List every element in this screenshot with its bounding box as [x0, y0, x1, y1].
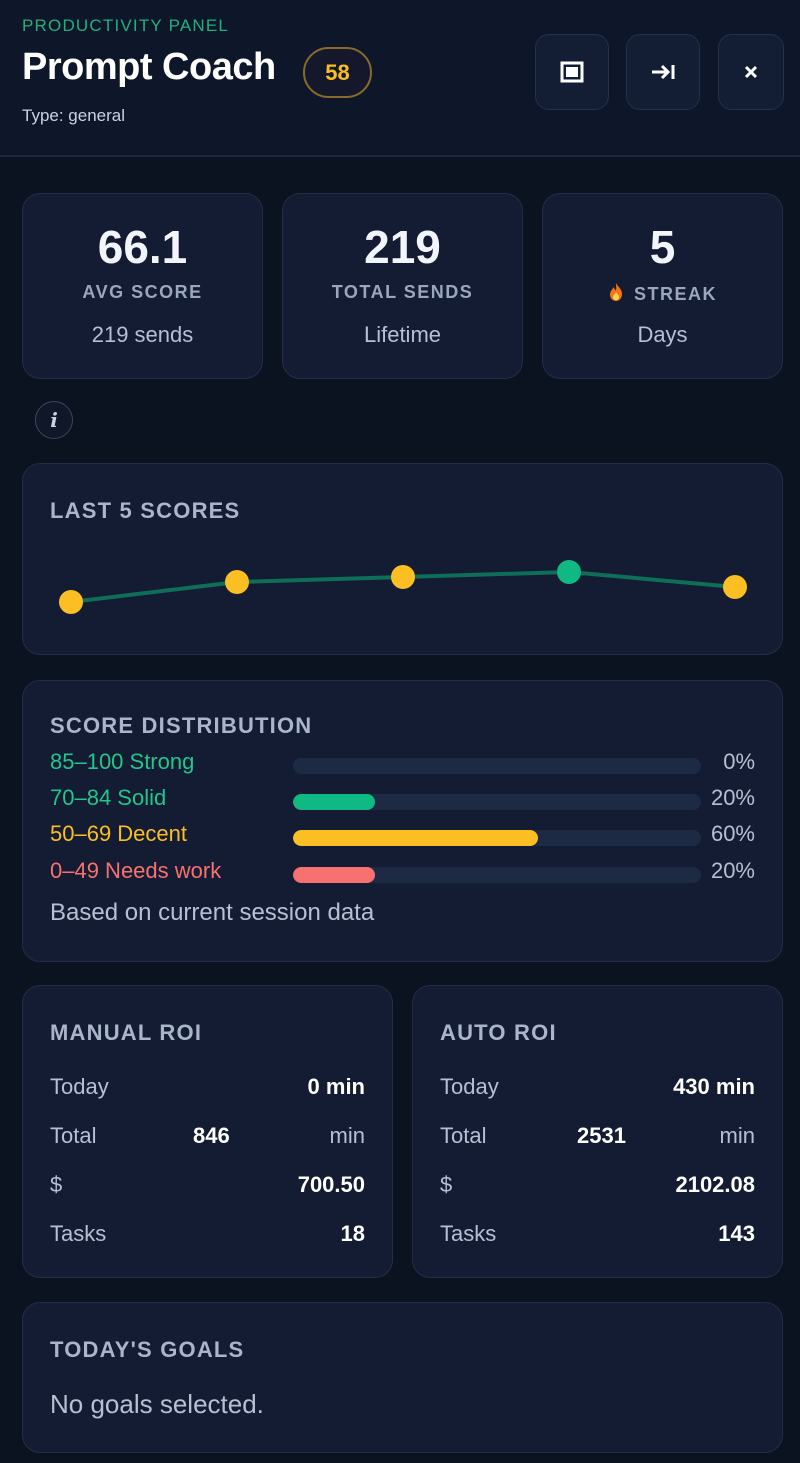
roi-label: Today [440, 1074, 499, 1099]
goals-card: TODAY'S GOALS No goals selected. [22, 1302, 783, 1453]
avg-score-card: 66.1 AVG SCORE 219 sends [22, 193, 263, 379]
roi-value: 18 [340, 1221, 365, 1246]
distribution-label: 70–84 Solid [50, 785, 167, 810]
auto-roi-tasks-row: Tasks 143 [440, 1221, 755, 1251]
score-point [59, 590, 83, 614]
distribution-fill [293, 867, 375, 883]
avg-score-sub: 219 sends [91, 322, 194, 347]
streak-card: 5 STREAK Days [542, 193, 783, 379]
roi-label: $ [440, 1172, 453, 1197]
roi-unit: min [329, 1123, 365, 1148]
panel-header: PRODUCTIVITY PANEL Prompt Coach 58 Type:… [0, 0, 800, 157]
total-sends-card: 219 TOTAL SENDS Lifetime [282, 193, 523, 379]
manual-roi-total-row: Total 846 min [50, 1123, 365, 1153]
total-sends-label: TOTAL SENDS [331, 282, 474, 302]
manual-roi-today-row: Today 0 min [50, 1074, 365, 1104]
panel-title: Prompt Coach [22, 46, 276, 88]
distribution-fill [293, 794, 375, 810]
distribution-label: 0–49 Needs work [50, 858, 222, 883]
goals-title: TODAY'S GOALS [50, 1337, 245, 1362]
distribution-track [293, 867, 701, 883]
roi-label: Tasks [440, 1221, 497, 1246]
manual-roi-dollar-row: $ 700.50 [50, 1172, 365, 1202]
distribution-percent: 60% [710, 821, 755, 846]
panel-eyebrow: PRODUCTIVITY PANEL [22, 16, 230, 35]
roi-value: 143 [718, 1221, 755, 1246]
auto-roi-card: AUTO ROI Today 430 min Total 2531 min $ … [412, 985, 783, 1278]
streak-value: 5 [649, 221, 676, 273]
roi-label: Total [440, 1123, 487, 1148]
total-sends-value: 219 [364, 221, 441, 273]
distribution-fill [293, 830, 538, 846]
roi-value: 2531 [577, 1123, 626, 1148]
avg-score-value: 66.1 [97, 221, 188, 273]
roi-label: Total [50, 1123, 97, 1148]
roi-label: Tasks [50, 1221, 107, 1246]
info-icon[interactable]: i [35, 401, 73, 439]
distribution-label: 85–100 Strong [50, 749, 195, 774]
roi-value: 846 [193, 1123, 230, 1148]
close-icon [744, 65, 758, 79]
distribution-track [293, 758, 701, 774]
streak-label: STREAK [633, 284, 717, 304]
roi-value: 430 min [673, 1074, 755, 1099]
auto-roi-today-row: Today 430 min [440, 1074, 755, 1104]
score-point [723, 575, 747, 599]
close-button[interactable] [718, 34, 784, 110]
last-scores-card: LAST 5 SCORES [22, 463, 783, 655]
roi-value: 700.50 [297, 1172, 365, 1197]
square-icon [560, 61, 584, 83]
distribution-track [293, 830, 701, 846]
last-scores-title: LAST 5 SCORES [50, 498, 241, 523]
minimize-button[interactable] [535, 34, 609, 110]
roi-value: 2102.08 [675, 1172, 755, 1197]
distribution-percent: 20% [710, 785, 755, 810]
score-distribution-card: SCORE DISTRIBUTION 85–100 Strong 0% 70–8… [22, 680, 783, 962]
score-point [225, 570, 249, 594]
score-point [391, 565, 415, 589]
distribution-row-decent: 50–69 Decent 60% [50, 821, 755, 851]
last-scores-chart [59, 560, 747, 614]
streak-label-row: STREAK [543, 282, 782, 305]
avg-score-label: AVG SCORE [82, 282, 203, 302]
roi-label: Today [50, 1074, 109, 1099]
roi-value: 0 min [307, 1074, 365, 1099]
total-sends-sub: Lifetime [363, 322, 442, 347]
distribution-note: Based on current session data [50, 899, 375, 926]
distribution-label: 50–69 Decent [50, 821, 187, 846]
auto-roi-dollar-row: $ 2102.08 [440, 1172, 755, 1202]
goals-empty-message: No goals selected. [50, 1389, 264, 1419]
auto-roi-title: AUTO ROI [440, 1020, 557, 1045]
distribution-title: SCORE DISTRIBUTION [50, 713, 313, 738]
score-point [557, 560, 581, 584]
distribution-percent: 0% [723, 749, 755, 774]
manual-roi-tasks-row: Tasks 18 [50, 1221, 365, 1251]
distribution-row-solid: 70–84 Solid 20% [50, 785, 755, 815]
roi-label: $ [50, 1172, 63, 1197]
distribution-track [293, 794, 701, 810]
dock-button[interactable] [626, 34, 700, 110]
auto-roi-total-row: Total 2531 min [440, 1123, 755, 1153]
manual-roi-card: MANUAL ROI Today 0 min Total 846 min $ 7… [22, 985, 393, 1278]
streak-sub: Days [637, 322, 688, 347]
roi-unit: min [719, 1123, 755, 1148]
distribution-row-needs-work: 0–49 Needs work 20% [50, 858, 755, 888]
score-badge: 58 [303, 47, 372, 98]
prompt-type: Type: general [22, 106, 126, 125]
distribution-row-strong: 85–100 Strong 0% [50, 749, 755, 779]
distribution-percent: 20% [710, 858, 755, 883]
arrow-right-to-bar-icon [652, 64, 675, 80]
flame-icon [609, 283, 622, 301]
manual-roi-title: MANUAL ROI [50, 1020, 203, 1045]
